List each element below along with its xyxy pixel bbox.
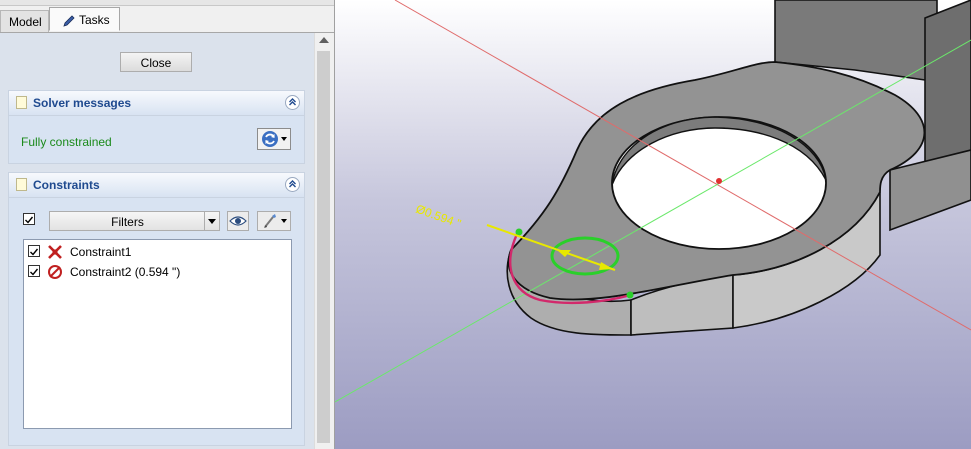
scroll-thumb[interactable] bbox=[317, 51, 330, 443]
refresh-icon bbox=[262, 131, 278, 147]
eye-icon bbox=[229, 216, 247, 226]
checkmark-icon bbox=[25, 216, 34, 224]
settings-button[interactable] bbox=[257, 211, 291, 231]
collapse-constraints-button[interactable] bbox=[285, 177, 300, 192]
solver-messages-header: Solver messages bbox=[9, 91, 304, 116]
constraints-box: Constraints Filters Constraint1 Constrai… bbox=[8, 172, 305, 446]
sketch-point bbox=[626, 291, 634, 299]
bracket-side-face bbox=[924, 0, 971, 174]
coincident-constraint-icon bbox=[48, 245, 62, 259]
constraints-title: Constraints bbox=[33, 178, 100, 192]
3d-scene: Ø0.594 " bbox=[335, 0, 971, 403]
chevron-down-icon bbox=[281, 219, 287, 223]
tab-model[interactable]: Model bbox=[0, 10, 49, 32]
combo-view-panel: Model Tasks Close Solver messages Fully … bbox=[0, 0, 335, 449]
close-button[interactable]: Close bbox=[120, 52, 192, 72]
constraint-label: Constraint1 bbox=[70, 245, 132, 259]
constraints-header: Constraints bbox=[9, 173, 304, 198]
chevron-down-icon bbox=[208, 219, 216, 224]
filters-label: Filters bbox=[111, 215, 144, 229]
double-chevron-up-icon bbox=[289, 180, 296, 188]
tab-tasks[interactable]: Tasks bbox=[49, 7, 120, 31]
diameter-constraint-icon bbox=[48, 265, 62, 279]
collapse-solver-button[interactable] bbox=[285, 95, 300, 110]
vertical-scrollbar[interactable] bbox=[314, 33, 333, 449]
constraint-list: Constraint1 Constraint2 (0.594 ") bbox=[23, 239, 292, 429]
tab-tasks-label: Tasks bbox=[79, 13, 110, 27]
select-all-checkbox[interactable] bbox=[23, 213, 35, 225]
chevron-down-icon bbox=[281, 137, 287, 141]
list-item[interactable]: Constraint1 bbox=[24, 242, 291, 262]
constraint2-checkbox[interactable] bbox=[28, 265, 40, 277]
origin-point bbox=[716, 178, 722, 184]
solver-messages-body: Fully constrained bbox=[9, 116, 304, 163]
solver-messages-title: Solver messages bbox=[33, 96, 132, 110]
3d-viewport[interactable]: Ø0.594 " bbox=[335, 0, 971, 449]
dimension-label[interactable]: Ø0.594 " bbox=[414, 202, 463, 231]
visibility-button[interactable] bbox=[227, 211, 249, 231]
constraint1-checkbox[interactable] bbox=[28, 245, 40, 257]
pencil-icon bbox=[63, 15, 75, 27]
auto-update-button[interactable] bbox=[257, 128, 291, 150]
constraints-body: Filters Constraint1 Constraint2 (0.594 "… bbox=[9, 198, 304, 445]
solver-messages-box: Solver messages Fully constrained bbox=[8, 90, 305, 164]
checkmark-icon bbox=[30, 248, 39, 256]
filters-dropdown[interactable]: Filters bbox=[49, 211, 220, 231]
scroll-up-arrow-icon[interactable] bbox=[319, 37, 329, 43]
solver-status: Fully constrained bbox=[21, 135, 112, 149]
tab-bar: Model Tasks bbox=[0, 6, 334, 33]
constraint-label: Constraint2 (0.594 ") bbox=[70, 265, 181, 279]
list-item[interactable]: Constraint2 (0.594 ") bbox=[24, 262, 291, 282]
checkmark-icon bbox=[30, 268, 39, 276]
filters-dropdown-arrow[interactable] bbox=[204, 212, 219, 230]
note-icon bbox=[16, 178, 27, 191]
double-chevron-up-icon bbox=[289, 98, 296, 106]
brush-icon bbox=[264, 214, 276, 228]
note-icon bbox=[16, 96, 27, 109]
tab-model-label: Model bbox=[9, 15, 42, 29]
